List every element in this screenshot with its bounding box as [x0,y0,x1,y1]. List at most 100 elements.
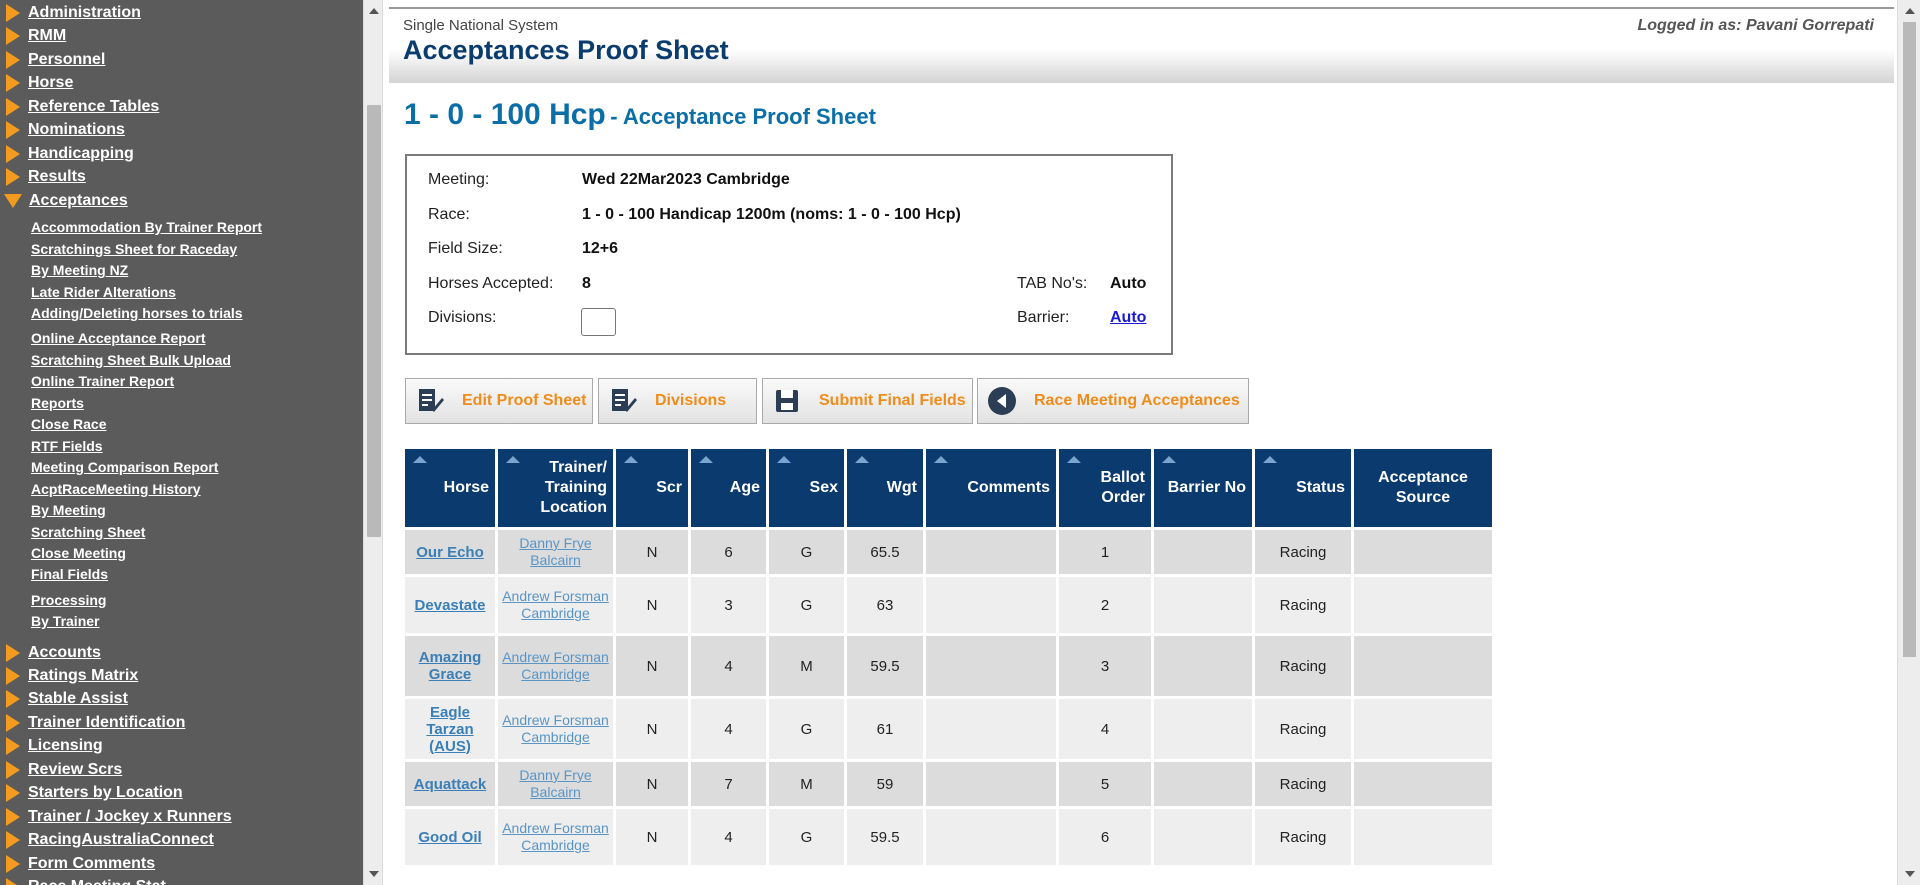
col-header-ballot-order[interactable]: Ballot Order [1059,449,1151,527]
col-header-trainer[interactable]: Trainer/ Training Location [498,449,613,527]
col-header-horse[interactable]: Horse [405,449,495,527]
cell-ballot: 6 [1059,809,1151,865]
sidebar-subitem-by-meeting-nz[interactable]: By Meeting NZ [31,261,128,279]
sidebar-scrollbar[interactable] [363,0,383,885]
trainer-link[interactable]: Andrew Forsman Cambridge [502,712,609,745]
horse-link[interactable]: Devastate [415,597,486,614]
scroll-up-arrow-icon[interactable] [369,8,379,14]
horse-link[interactable]: Amazing Grace [419,649,482,683]
race-meeting-acceptances-button[interactable]: Race Meeting Acceptances [977,378,1249,424]
sidebar-item-licensing[interactable]: Licensing [0,735,103,757]
collapsed-arrow-icon [6,27,20,45]
scroll-thumb[interactable] [1903,22,1916,657]
trainer-link[interactable]: Andrew Forsman Cambridge [502,588,609,621]
sidebar-subitem-acptracemeeting-history[interactable]: AcptRaceMeeting History [31,480,201,498]
col-header-scr[interactable]: Scr [616,449,688,527]
sidebar-subitem-by-meeting[interactable]: By Meeting [31,501,106,519]
collapsed-arrow-icon [6,145,20,163]
sidebar-item-personnel[interactable]: Personnel [0,49,105,71]
edit-document-icon [412,383,448,419]
sidebar-item-accounts[interactable]: Accounts [0,642,101,664]
sidebar-item-race-meeting-stat[interactable]: Race Meeting Stat [0,876,166,885]
col-header-age[interactable]: Age [691,449,766,527]
sidebar-item-handicapping[interactable]: Handicapping [0,143,134,165]
sidebar-subitem-adding-deleting-horses-to-trials[interactable]: Adding/Deleting horses to trials [31,304,243,322]
sidebar-subitem-late-rider-alterations[interactable]: Late Rider Alterations [31,283,176,301]
sidebar-subitem-reports[interactable]: Reports [31,394,84,412]
sidebar-subitem-accommodation-by-trainer-report[interactable]: Accommodation By Trainer Report [31,218,262,236]
cell-wgt: 59 [847,762,923,806]
divisions-input[interactable] [581,308,616,336]
sidebar-subitem-close-meeting[interactable]: Close Meeting [31,544,126,562]
sidebar-subitem-close-race[interactable]: Close Race [31,415,106,433]
sidebar-item-stable-assist[interactable]: Stable Assist [0,688,128,710]
sidebar-subitem-scratching-sheet-bulk-upload[interactable]: Scratching Sheet Bulk Upload [31,351,231,369]
edit-proof-sheet-button[interactable]: Edit Proof Sheet [405,378,593,424]
cell-comments [926,636,1056,696]
acceptances-table: Horse Trainer/ Training Location Scr Age… [402,446,1495,868]
sidebar-item-trainer-jockey-x-runners[interactable]: Trainer / Jockey x Runners [0,806,232,828]
page-scrollbar[interactable] [1897,0,1920,885]
trainer-link[interactable]: Danny Frye Balcairn [519,767,591,800]
sidebar-subitem-scratching-sheet[interactable]: Scratching Sheet [31,523,145,541]
table-header-row: Horse Trainer/ Training Location Scr Age… [405,449,1492,527]
sort-arrow-icon [934,456,948,463]
col-header-wgt[interactable]: Wgt [847,449,923,527]
sidebar-item-rmm[interactable]: RMM [0,25,66,47]
sidebar-subitem-rtf-fields[interactable]: RTF Fields [31,437,103,455]
sidebar-subitem-by-trainer[interactable]: By Trainer [31,612,99,630]
sidebar-item-label: Race Meeting Stat [28,878,166,885]
collapsed-arrow-icon [6,74,20,92]
collapsed-arrow-icon [6,98,20,116]
edit-proof-sheet-label: Edit Proof Sheet [462,392,587,409]
sidebar-item-ratings-matrix[interactable]: Ratings Matrix [0,665,138,687]
cell-barrier [1154,577,1252,633]
meeting-value: Wed 22Mar2023 Cambridge [582,171,790,188]
sidebar-item-acceptances[interactable]: Acceptances [0,190,128,212]
barrier-label: Barrier: [1017,309,1070,326]
sidebar-item-reference-tables[interactable]: Reference Tables [0,96,159,118]
sidebar-subitem-online-acceptance-report[interactable]: Online Acceptance Report [31,329,206,347]
submit-final-fields-button[interactable]: Submit Final Fields [762,378,973,424]
sidebar-item-results[interactable]: Results [0,166,86,188]
sidebar-item-label: Horse [28,74,74,91]
sidebar-item-administration[interactable]: Administration [0,2,141,24]
sidebar-item-racingaustraliaconnect[interactable]: RacingAustraliaConnect [0,829,214,851]
horse-link[interactable]: Aquattack [414,776,487,793]
scroll-up-arrow-icon[interactable] [1905,8,1915,14]
sidebar-item-review-scrs[interactable]: Review Scrs [0,759,122,781]
scroll-down-arrow-icon[interactable] [1905,871,1915,877]
cell-wgt: 63 [847,577,923,633]
horse-link[interactable]: Our Echo [416,544,484,561]
sidebar-item-horse[interactable]: Horse [0,72,73,94]
cell-trainer: Danny Frye Balcairn [498,762,613,806]
sidebar-item-form-comments[interactable]: Form Comments [0,853,155,875]
cell-age: 6 [691,530,766,574]
scroll-thumb[interactable] [367,105,381,537]
race-subtitle: - Acceptance Proof Sheet [610,104,876,129]
sidebar-subitem-online-trainer-report[interactable]: Online Trainer Report [31,372,174,390]
sidebar-subitem-meeting-comparison-report[interactable]: Meeting Comparison Report [31,458,218,476]
col-header-status[interactable]: Status [1255,449,1351,527]
collapsed-arrow-icon [6,644,20,662]
cell-age: 4 [691,809,766,865]
col-header-comments[interactable]: Comments [926,449,1056,527]
trainer-link[interactable]: Andrew Forsman Cambridge [502,649,609,682]
col-header-acceptance-source[interactable]: Acceptance Source [1354,449,1492,527]
scroll-down-arrow-icon[interactable] [369,871,379,877]
divisions-button[interactable]: Divisions [598,378,757,424]
col-header-sex[interactable]: Sex [769,449,844,527]
submit-final-fields-label: Submit Final Fields [819,392,966,409]
col-header-barrier-no[interactable]: Barrier No [1154,449,1252,527]
sidebar-item-starters-by-location[interactable]: Starters by Location [0,782,183,804]
sidebar-subitem-processing[interactable]: Processing [31,591,106,609]
trainer-link[interactable]: Andrew Forsman Cambridge [502,820,609,853]
horse-link[interactable]: Good Oil [418,829,481,846]
trainer-link[interactable]: Danny Frye Balcairn [519,535,591,568]
sidebar-subitem-final-fields[interactable]: Final Fields [31,565,108,583]
sidebar-item-trainer-identification[interactable]: Trainer Identification [0,712,185,734]
sidebar-item-nominations[interactable]: Nominations [0,119,125,141]
barrier-auto-link[interactable]: Auto [1110,309,1146,326]
horse-link[interactable]: Eagle Tarzan (AUS) [426,704,473,755]
sidebar-subitem-scratchings-sheet-for-raceday[interactable]: Scratchings Sheet for Raceday [31,240,237,258]
